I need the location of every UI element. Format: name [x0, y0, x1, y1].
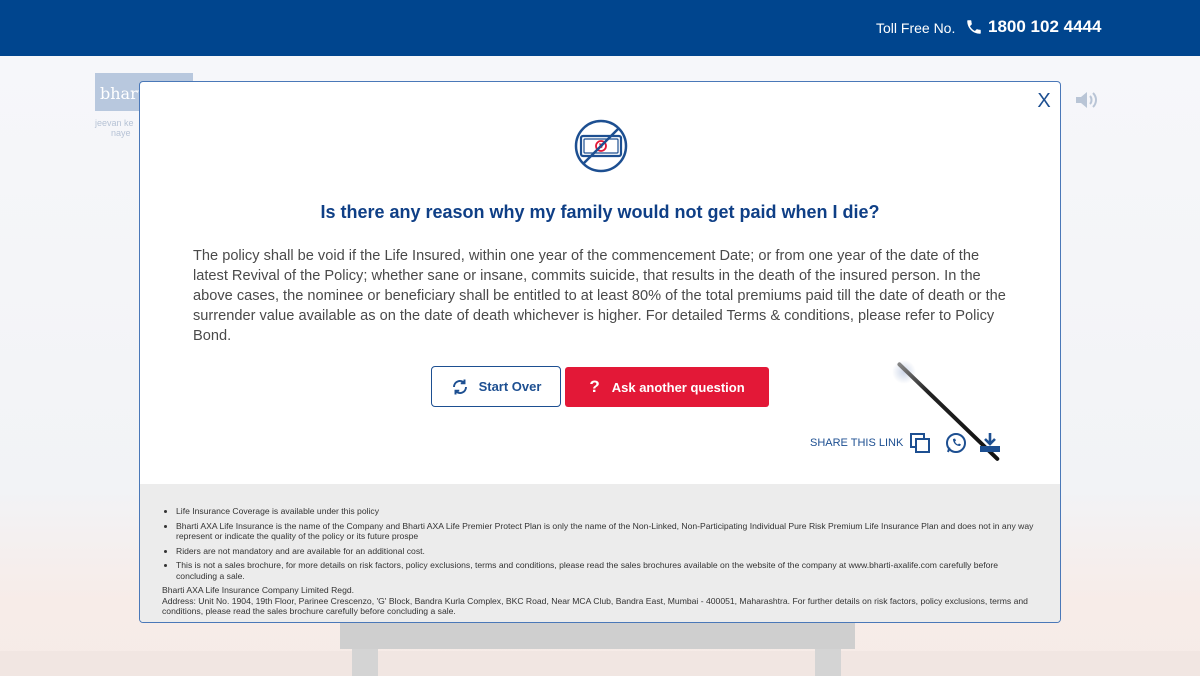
disclaimer-item: Bharti AXA Life Insurance is the name of…	[176, 521, 1040, 542]
speaker-icon[interactable]	[1074, 90, 1098, 115]
share-link-label: SHARE THIS LINK	[810, 437, 904, 449]
disclaimer-item: This is not a sales brochure, for more d…	[176, 560, 1040, 581]
close-button[interactable]: X	[1033, 90, 1055, 114]
no-money-icon	[574, 119, 628, 173]
top-bar: Toll Free No. 1800 102 4444	[0, 0, 1200, 56]
ask-another-label: Ask another question	[611, 379, 745, 395]
company-address: Address: Unit No. 1904, 19th Floor, Pari…	[162, 595, 1028, 617]
copy-icon[interactable]	[908, 431, 932, 455]
answer-modal: X Is there any reason why my family woul…	[139, 81, 1061, 623]
start-over-button[interactable]: Start Over	[431, 366, 561, 407]
toll-free-label: Toll Free No.	[876, 20, 956, 36]
disclaimer-list: Life Insurance Coverage is available und…	[176, 506, 1040, 581]
background-table-leg	[352, 649, 378, 676]
disclaimer-item: Riders are not mandatory and are availab…	[176, 546, 1040, 557]
background-floor	[0, 651, 1200, 676]
phone-icon	[967, 20, 981, 34]
background-tagline-1: jeevan ke	[95, 118, 134, 128]
start-over-label: Start Over	[478, 379, 542, 394]
background-tagline-2: naye	[111, 128, 131, 138]
background-tagline: jeevan ke naye	[95, 118, 134, 138]
answer-text: The policy shall be void if the Life Ins…	[193, 248, 1006, 344]
refresh-icon	[452, 379, 467, 394]
disclaimer-section: Life Insurance Coverage is available und…	[140, 484, 1060, 622]
background-table	[340, 621, 855, 649]
ask-another-question-button[interactable]: ? Ask another question	[565, 367, 769, 407]
question-title: Is there any reason why my family would …	[320, 202, 880, 222]
disclaimer-item: Life Insurance Coverage is available und…	[176, 506, 1040, 517]
question-mark-icon: ?	[589, 377, 600, 396]
background-table-leg	[815, 649, 841, 676]
toll-free-number[interactable]: 1800 102 4444	[988, 17, 1101, 37]
company-name: Bharti AXA Life Insurance Company Limite…	[162, 585, 355, 595]
download-icon[interactable]	[978, 431, 1002, 455]
whatsapp-icon[interactable]	[944, 431, 968, 455]
